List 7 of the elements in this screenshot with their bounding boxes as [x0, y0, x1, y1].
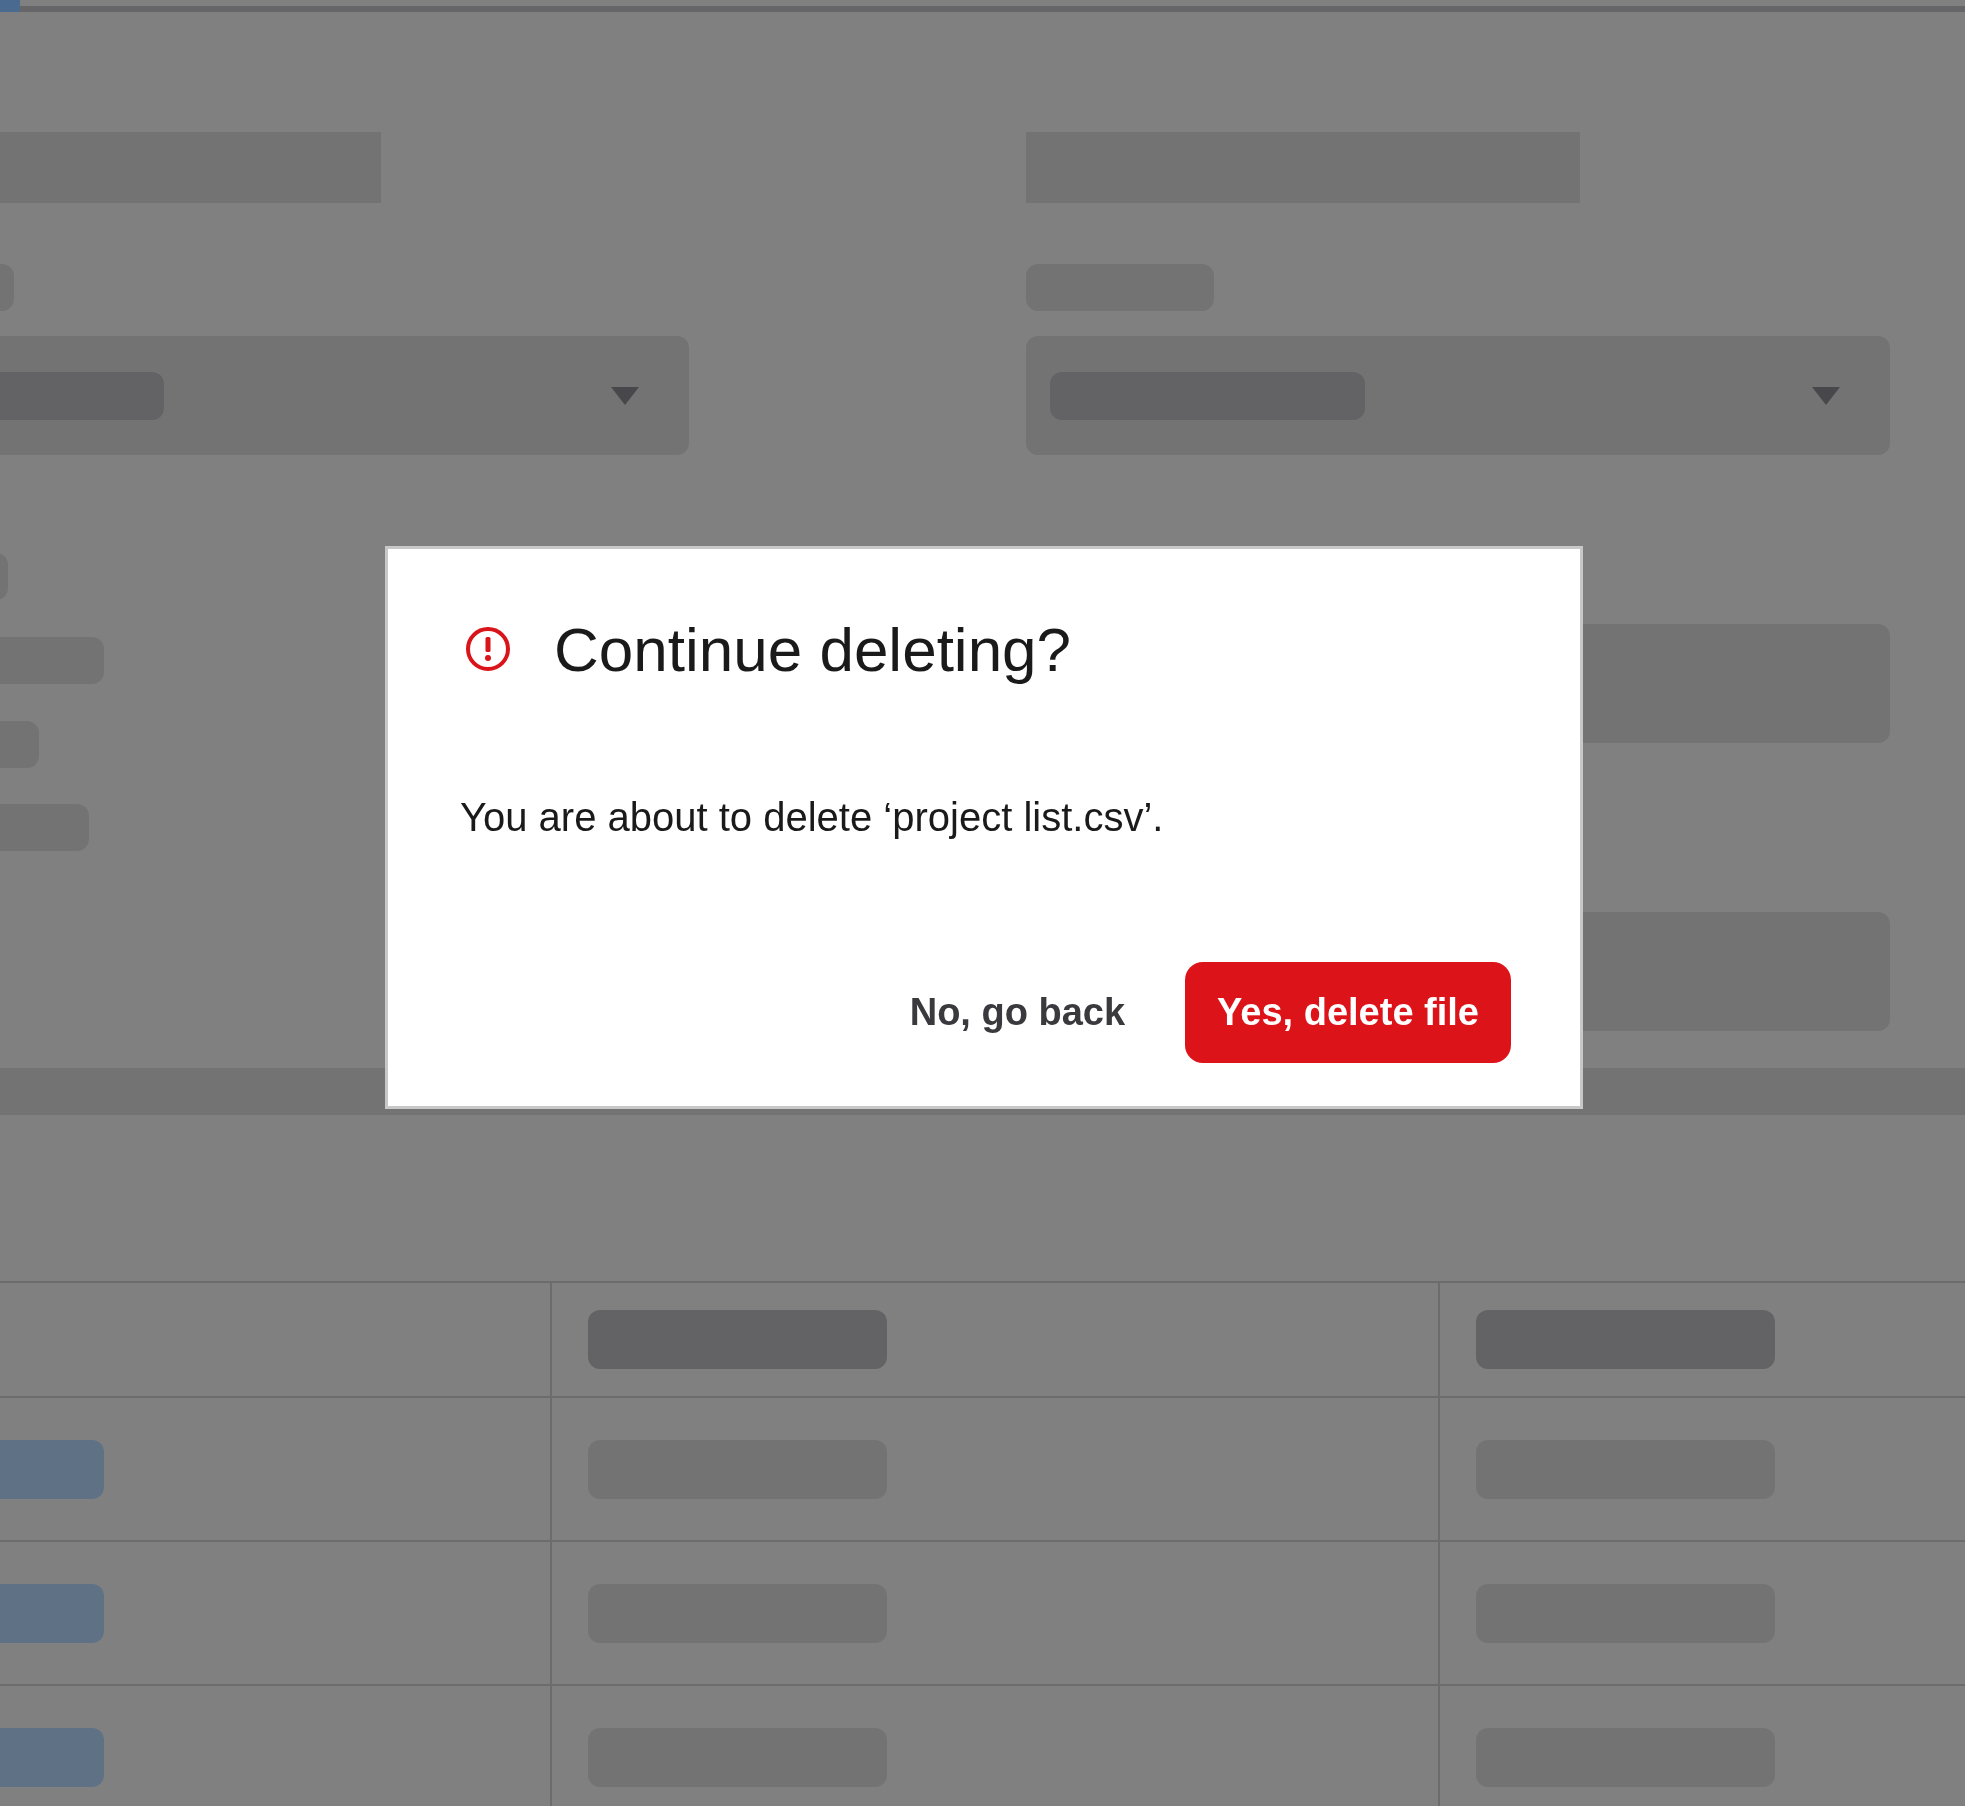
delete-button[interactable]: Yes, delete file [1185, 962, 1511, 1063]
dialog-message: You are about to delete ‘project list.csv’. [460, 794, 1165, 841]
dialog-title: Continue deleting? [554, 613, 1072, 685]
caret-icon [611, 386, 639, 405]
alert-icon [465, 626, 511, 672]
back-button[interactable]: No, go back [889, 971, 1146, 1054]
caret-icon [1812, 386, 1840, 405]
